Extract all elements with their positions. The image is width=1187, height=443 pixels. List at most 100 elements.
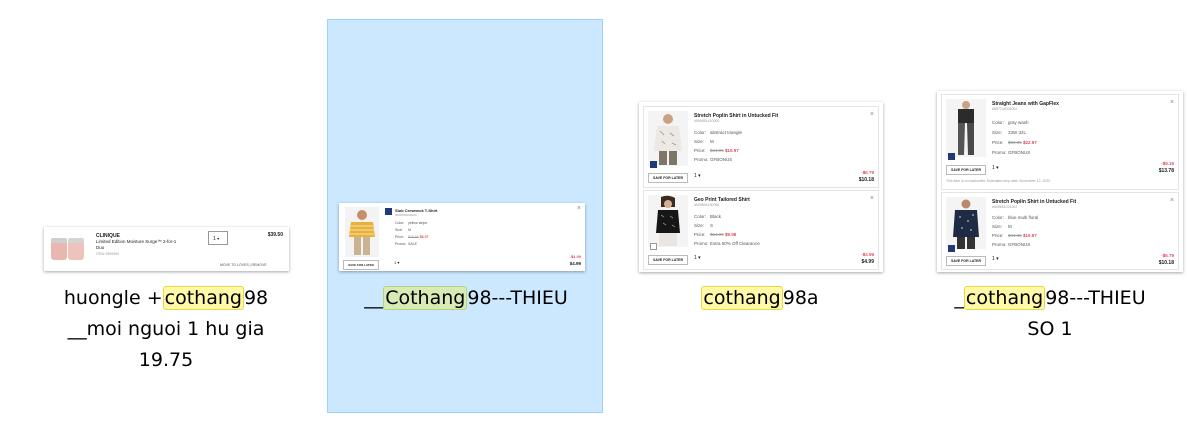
promo-label: Promo:: [992, 150, 1007, 155]
file-name-part: __: [364, 287, 384, 309]
cart-item: Geo Print Tailored Shirt #599804150096 C…: [643, 190, 879, 270]
product-sku: #599851410000: [694, 119, 720, 123]
file-tile-4[interactable]: Straight Jeans with GapFlex #59774400100…: [925, 0, 1183, 410]
size-label: Size:: [694, 223, 705, 228]
brand-logo-icon: [650, 243, 657, 250]
color-value: Black: [710, 214, 722, 219]
backorder-note: This item is on backorder. Estimated shi…: [946, 179, 1051, 183]
qty-select[interactable]: 1 ▾: [694, 173, 701, 179]
close-icon[interactable]: ×: [870, 111, 874, 118]
color-label: Color:: [694, 130, 707, 135]
chevron-down-icon: ▾: [996, 256, 999, 262]
price-new: $6.97: [419, 235, 429, 239]
product-promo: Promo:Extra 50% Off Clearance: [694, 241, 760, 246]
product-color: Color: Black: [694, 214, 721, 219]
chevron-down-icon: ▾: [698, 173, 701, 179]
file-name-part: huongle +: [63, 287, 163, 309]
close-icon[interactable]: ×: [1170, 197, 1174, 204]
search-match-highlight: cothang: [162, 286, 244, 310]
promo-value: SALE: [408, 242, 417, 246]
file-name-part: 98---THIEU: [467, 287, 568, 309]
product-sku: #599804150096: [694, 203, 720, 207]
price-new: $16.97: [725, 148, 739, 153]
color-value: abstract triangle: [710, 130, 743, 135]
promo-value: GFBONUS: [1008, 150, 1031, 155]
product-promo: Promo:GFBONUS: [694, 157, 732, 162]
qty-value: 1: [694, 173, 697, 179]
close-icon[interactable]: ×: [577, 205, 581, 212]
product-color: Color: yellow stripe: [395, 221, 427, 225]
size-value: 33W 32L: [1008, 130, 1027, 135]
product-size: Size: M: [395, 228, 411, 232]
file-thumbnail: CLINIQUE Limited Edition Moisture Surge™…: [44, 227, 289, 271]
size-value: M: [1008, 224, 1012, 229]
save-for-later-button[interactable]: SAVE FOR LATER: [343, 260, 379, 270]
size-value: M: [710, 139, 714, 144]
product-price: Price: $54.99 $9.98: [694, 232, 736, 237]
discount-amount: -$4.99: [569, 254, 581, 259]
price-old: $44.95: [1008, 233, 1022, 238]
product-price: Price: $59.95 $22.97: [992, 140, 1037, 145]
color-label: Color:: [992, 120, 1005, 125]
product-promo: Promo: SALE: [395, 242, 417, 246]
qty-select[interactable]: 1 ▾: [992, 256, 999, 262]
cart-item: Stretch Poplin Shirt in Untucked Fit #59…: [941, 192, 1179, 270]
price-label: Price:: [992, 140, 1004, 145]
price-new: $22.97: [1023, 140, 1037, 145]
price-old: $59.95: [1008, 140, 1022, 145]
line-total: $10.18: [1158, 260, 1174, 266]
product-price: Price: $44.95 $16.97: [992, 233, 1037, 238]
product-sku: ITEM 2599390: [96, 252, 119, 256]
save-for-later-button[interactable]: SAVE FOR LATER: [648, 255, 688, 265]
save-for-later-button[interactable]: SAVE FOR LATER: [946, 165, 986, 175]
line-total: $4.99: [569, 261, 581, 266]
color-value: blue multi floral: [1008, 215, 1039, 220]
qty-value: 1: [394, 260, 397, 265]
size-label: Size:: [694, 139, 705, 144]
qty-value: 1: [213, 236, 216, 242]
product-sku: #000000000000: [395, 213, 417, 217]
product-size: Size: M: [992, 224, 1012, 229]
save-for-later-button[interactable]: SAVE FOR LATER: [946, 256, 986, 266]
close-icon[interactable]: ×: [870, 195, 874, 202]
price-old: $16.95: [408, 235, 419, 239]
file-thumbnail: Straight Jeans with GapFlex #59774400100…: [937, 91, 1183, 272]
gap-logo-icon: [948, 245, 955, 252]
gap-logo-icon: [948, 153, 955, 160]
file-tile-2[interactable]: Slub Crewneck T-Shirt #000000000000 Colo…: [327, 19, 603, 413]
file-name-part: __moi nguoi 1 hu gia: [67, 318, 265, 340]
cart-item: Straight Jeans with GapFlex #59774400100…: [941, 94, 1179, 190]
discount-amount: -$4.99: [861, 252, 874, 257]
product-color: Color: abstract triangle: [694, 130, 742, 135]
discount-amount: -$9.19: [1161, 161, 1174, 166]
move-to-loves-label: MOVE TO LOVES: [220, 263, 249, 267]
product-promo: Promo:GFBONUS: [992, 150, 1030, 155]
qty-select[interactable]: 1 ▾: [694, 255, 701, 261]
product-size: Size: 33W 32L: [992, 130, 1026, 135]
file-thumbnail: Slub Crewneck T-Shirt #000000000000 Colo…: [339, 203, 585, 271]
color-label: Color:: [694, 214, 707, 219]
color-label: Color:: [395, 221, 405, 225]
qty-select[interactable]: 1 ▾: [992, 165, 999, 171]
color-value: gray wash: [1008, 120, 1029, 125]
file-name-part: SO 1: [1027, 318, 1073, 340]
qty-select[interactable]: 1 ▾: [394, 260, 399, 265]
size-label: Size:: [395, 228, 403, 232]
qty-value: 1: [694, 255, 697, 261]
close-icon[interactable]: ×: [1170, 99, 1174, 106]
search-match-highlight: cothang: [701, 286, 783, 310]
file-tile-3[interactable]: Stretch Poplin Shirt in Untucked Fit #59…: [630, 0, 890, 410]
file-name: __ Cothang 98---THIEU: [328, 283, 604, 314]
product-image-tshirt: [345, 207, 379, 257]
move-to-loves-link[interactable]: MOVE TO LOVES | REMOVE: [220, 263, 267, 267]
product-image-jeans: [946, 99, 986, 157]
file-name-part: 19.75: [138, 349, 194, 371]
qty-value: 1: [992, 256, 995, 262]
qty-select[interactable]: 1 ▾: [208, 231, 228, 245]
save-for-later-button[interactable]: SAVE FOR LATER: [648, 173, 688, 183]
price-old: $44.95: [710, 148, 724, 153]
file-tile-1[interactable]: CLINIQUE Limited Edition Moisture Surge™…: [40, 0, 292, 410]
promo-value: Extra 50% Off Clearance: [710, 241, 760, 246]
chevron-down-icon: ▾: [397, 260, 400, 265]
search-match-highlight: Cothang: [383, 286, 468, 310]
